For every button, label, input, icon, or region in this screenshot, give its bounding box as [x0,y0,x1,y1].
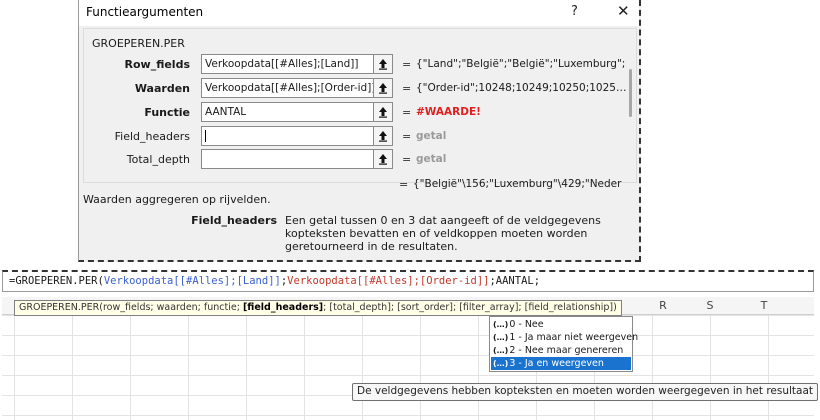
dropdown-option-selected[interactable]: (…)3 - Ja en weergeven [491,357,631,370]
signature-before: GROEPEREN.PER(row_fields; waarden; funct… [19,302,243,313]
formula-prefix: =GROEPEREN.PER( [9,275,104,287]
option-value-icon: (…) [493,320,509,329]
arg-input-field-headers[interactable] [201,126,393,146]
option-description-tooltip: De veldgegevens hebben kopteksten en moe… [352,383,819,401]
formula-bar[interactable]: =GROEPEREN.PER(Verkoopdata[[#Alles];[Lan… [2,270,814,292]
dialog-title: Functieargumenten [86,5,204,19]
column-header[interactable]: R [653,299,673,312]
formula-rest: ;AANTAL; [489,275,541,287]
dropdown-option[interactable]: (…)2 - Nee maar genereren [491,344,631,357]
option-value-icon: (…) [493,346,509,355]
arg-equals: = [402,153,412,166]
ref-button-row-fields[interactable] [373,54,393,74]
worksheet-grid[interactable] [2,315,814,420]
function-description: Waarden aggregeren op rijvelden. [83,193,271,206]
option-label: 1 - Ja maar niet weergeven [509,332,639,343]
dialog-titlebar: Functieargumenten ? ✕ [79,0,639,26]
signature-current-arg[interactable]: [field_headers] [243,302,323,313]
close-button[interactable]: ✕ [617,2,630,20]
overall-result-equals: = [399,178,409,191]
function-signature-tooltip: GROEPEREN.PER(row_fields; waarden; funct… [14,300,622,316]
ref-button-functie[interactable] [373,102,393,122]
signature-after: ; [total_depth]; [sort_order]; [filter_a… [323,302,617,313]
arg-input-total-depth[interactable] [201,149,393,169]
arg-label-waarden: Waarden [134,82,190,95]
formula-arg-row-fields: Verkoopdata[[#Alles];[Land]] [103,275,281,287]
arg-result-field-headers: getal [416,130,447,142]
ref-button-waarden[interactable] [373,78,393,98]
option-label: 3 - Ja en weergeven [509,358,604,369]
dropdown-option[interactable]: (…)0 - Nee [491,318,631,331]
collapse-arrow-icon [379,107,387,118]
option-label: 0 - Nee [509,319,544,330]
arg-input-waarden[interactable]: Verkoopdata[[#Alles];[Order-id]] [201,78,393,98]
arg-label-field-headers: Field_headers [114,130,190,143]
field-headers-dropdown: (…)0 - Nee (…)1 - Ja maar niet weergeven… [489,316,638,372]
overall-result: {"België"\156;"Luxemburg"\429;"Neder [413,178,622,190]
arg-equals: = [402,106,412,119]
function-name: GROEPEREN.PER [92,37,185,50]
argument-help-label: Field_headers [191,214,277,227]
arguments-group: GROEPEREN.PER Row_fields Verkoopdata[[#A… [83,28,637,183]
arg-equals: = [402,82,412,95]
help-button[interactable]: ? [571,4,578,19]
formula-arg-waarden: Verkoopdata[[#Alles];[Order-id]] [287,275,490,287]
arg-equals: = [402,58,412,71]
arg-input-functie[interactable]: AANTAL [201,102,393,122]
scrollbar-thumb[interactable] [629,69,632,117]
text-caret [205,130,206,142]
column-header[interactable]: T [754,299,774,312]
arg-label-total-depth: Total_depth [126,153,190,166]
arg-input-row-fields[interactable]: Verkoopdata[[#Alles];[Land]] [201,54,393,74]
collapse-arrow-icon [379,83,387,94]
collapse-arrow-icon [379,154,387,165]
collapse-arrow-icon [379,131,387,142]
option-label: 2 - Nee maar genereren [509,345,624,356]
ref-button-total-depth[interactable] [373,149,393,169]
option-value-icon: (…) [493,359,509,368]
column-header[interactable]: S [700,299,720,312]
arg-label-functie: Functie [144,106,190,119]
arg-equals: = [402,130,412,143]
collapse-arrow-icon [379,59,387,70]
option-value-icon: (…) [493,333,509,342]
arg-result-functie: #WAARDE! [416,106,481,118]
argument-help-text: Een getal tussen 0 en 3 dat aangeeft of … [285,214,601,253]
dropdown-option[interactable]: (…)1 - Ja maar niet weergeven [491,331,638,344]
arg-result-total-depth: getal [416,153,447,165]
arg-label-row-fields: Row_fields [124,58,191,71]
function-arguments-dialog: Functieargumenten ? ✕ GROEPEREN.PER Row_… [78,0,641,262]
arg-result-row-fields: {"Land";"België";"België";"Luxemburg"; [416,58,626,70]
arg-result-waarden: {"Order-id";10248;10249;10250;1025… [416,82,626,94]
ref-button-field-headers[interactable] [373,126,393,146]
arguments-scrollbar[interactable] [626,69,635,117]
